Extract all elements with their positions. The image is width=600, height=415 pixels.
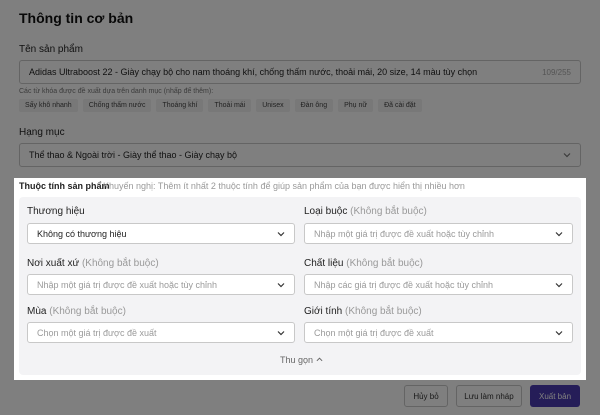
- keyword-tag[interactable]: Chống thấm nước: [82, 99, 152, 112]
- section-title: Thông tin cơ bản: [19, 10, 134, 26]
- product-name-input[interactable]: Adidas Ultraboost 22 - Giày chạy bộ cho …: [19, 60, 581, 84]
- product-name-value: Adidas Ultraboost 22 - Giày chạy bộ cho …: [29, 67, 478, 77]
- origin-select[interactable]: Nhập một giá trị được đề xuất hoặc tùy c…: [27, 274, 295, 295]
- chevron-up-icon: [316, 357, 323, 362]
- brand-label-text: Thương hiệu: [27, 206, 85, 217]
- collapse-label: Thu gọn: [280, 355, 314, 365]
- keyword-tag[interactable]: Thoải mái: [208, 99, 252, 112]
- chevron-down-icon: [555, 282, 563, 287]
- origin-label-text: Nơi xuất xứ: [27, 258, 80, 269]
- brand-value: Không có thương hiệu: [37, 228, 127, 239]
- lace-type-select[interactable]: Nhập một giá trị được đề xuất hoặc tùy c…: [304, 223, 573, 244]
- basic-info-card: Thông tin cơ bản Tên sản phẩm Adidas Ult…: [0, 0, 600, 415]
- category-value: Thể thao & Ngoài trời - Giày thể thao - …: [29, 150, 238, 160]
- brand-label: Thương hiệu: [27, 206, 85, 217]
- keyword-hint: Các từ khóa được đề xuất dựa trên danh m…: [19, 88, 214, 95]
- keyword-tag[interactable]: Sấy khô nhanh: [19, 99, 78, 112]
- season-select[interactable]: Chọn một giá trị được đề xuất: [27, 322, 295, 343]
- lace-type-placeholder: Nhập một giá trị được đề xuất hoặc tùy c…: [314, 228, 495, 239]
- gender-label: Giới tính (Không bắt buộc): [304, 306, 422, 317]
- gender-placeholder: Chọn một giá trị được đề xuất: [314, 327, 434, 338]
- lace-type-label: Loại buộc (Không bắt buộc): [304, 206, 427, 217]
- keyword-tag[interactable]: Đã cài đặt: [378, 99, 422, 112]
- season-placeholder: Chọn một giá trị được đề xuất: [37, 327, 157, 338]
- brand-select[interactable]: Không có thương hiệu: [27, 223, 295, 244]
- category-label: Hạng mục: [19, 127, 65, 138]
- optional-tag: (Không bắt buộc): [345, 306, 422, 317]
- save-draft-button[interactable]: Lưu làm nháp: [456, 385, 522, 407]
- category-select[interactable]: Thể thao & Ngoài trời - Giày thể thao - …: [19, 143, 581, 167]
- keyword-tag[interactable]: Unisex: [256, 99, 290, 112]
- chevron-down-icon: [563, 153, 571, 158]
- keyword-tags: Sấy khô nhanh Chống thấm nước Thoáng khí…: [19, 99, 422, 112]
- keyword-tag[interactable]: Phụ nữ: [338, 99, 374, 112]
- optional-tag: (Không bắt buộc): [81, 258, 159, 269]
- season-label-text: Mùa: [27, 306, 47, 317]
- chevron-down-icon: [277, 231, 285, 236]
- optional-tag: (Không bắt buộc): [350, 206, 427, 217]
- material-select[interactable]: Nhập các giá trị được đề xuất hoặc tùy c…: [304, 274, 573, 295]
- cancel-button[interactable]: Hủy bỏ: [404, 385, 448, 407]
- material-placeholder: Nhập các giá trị được đề xuất hoặc tùy c…: [314, 279, 494, 290]
- material-label-text: Chất liệu: [304, 258, 344, 269]
- gender-select[interactable]: Chọn một giá trị được đề xuất: [304, 322, 573, 343]
- chevron-down-icon: [555, 330, 563, 335]
- chevron-down-icon: [277, 330, 285, 335]
- material-label: Chất liệu (Không bắt buộc): [304, 258, 423, 269]
- product-name-label: Tên sản phẩm: [19, 44, 83, 55]
- origin-placeholder: Nhập một giá trị được đề xuất hoặc tùy c…: [37, 279, 218, 290]
- char-counter: 109/255: [542, 67, 571, 77]
- keyword-tag[interactable]: Đàn ông: [294, 99, 334, 112]
- optional-tag: (Không bắt buộc): [49, 306, 126, 317]
- collapse-toggle[interactable]: Thu gọn: [280, 355, 323, 365]
- season-label: Mùa (Không bắt buộc): [27, 306, 126, 317]
- attributes-hint: Khuyến nghị: Thêm ít nhất 2 thuộc tính đ…: [103, 181, 465, 191]
- chevron-down-icon: [555, 231, 563, 236]
- lace-type-label-text: Loại buộc: [304, 206, 348, 217]
- keyword-tag[interactable]: Thoáng khí: [156, 99, 204, 112]
- gender-label-text: Giới tính: [304, 306, 343, 317]
- chevron-down-icon: [277, 282, 285, 287]
- publish-button[interactable]: Xuất bản: [530, 385, 580, 407]
- origin-label: Nơi xuất xứ (Không bắt buộc): [27, 258, 159, 269]
- optional-tag: (Không bắt buộc): [346, 258, 423, 269]
- attributes-title: Thuộc tính sản phẩm: [19, 181, 110, 191]
